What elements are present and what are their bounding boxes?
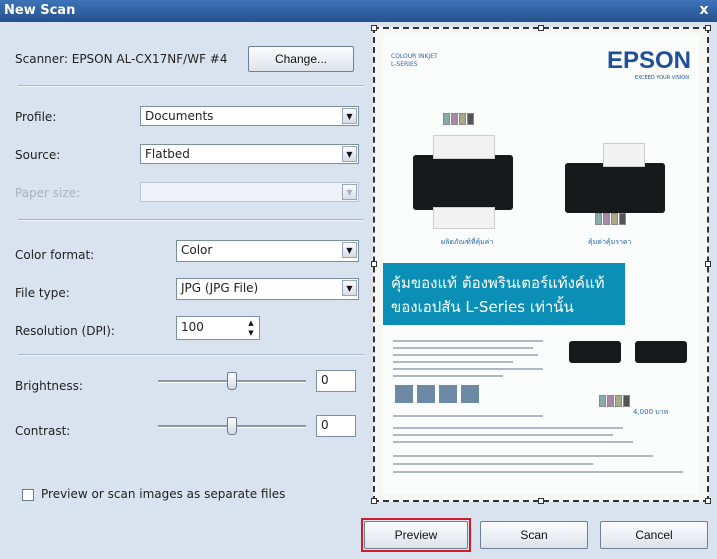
file-type-label: File type:: [15, 286, 70, 300]
profile-select[interactable]: Documents ▼: [140, 106, 359, 126]
contrast-slider-thumb[interactable]: [227, 417, 237, 435]
separate-files-checkbox[interactable]: [22, 489, 34, 501]
source-select[interactable]: Flatbed ▼: [140, 144, 359, 164]
scanner-label: Scanner: EPSON AL-CX17NF/WF #4: [15, 52, 228, 66]
chevron-down-icon[interactable]: ▼: [342, 242, 357, 258]
color-format-label: Color format:: [15, 248, 95, 262]
doc-caption-left: ผลิตภัณฑ์ที่คุ้มค่า: [441, 238, 494, 246]
arrow-down-icon[interactable]: ▼: [245, 328, 257, 338]
close-icon[interactable]: x: [697, 2, 711, 18]
profile-label: Profile:: [15, 110, 57, 124]
banner-line-2: ของเอปสัน L-Series เท่านั้น: [391, 298, 574, 316]
settings-panel: Scanner: EPSON AL-CX17NF/WF #4 Change...…: [8, 24, 363, 529]
doc-caption-right: คุ้มค่าคุ้มราคา: [588, 238, 632, 246]
chevron-down-icon[interactable]: ▼: [342, 108, 357, 124]
scanned-document-image: COLOUR INKJET L-SERIES EPSON EXCEED YOUR…: [383, 35, 699, 494]
crop-handle[interactable]: [705, 25, 711, 31]
promo-banner: คุ้มของแท้ ต้องพรินเตอร์แท้งค์แท้ ของเอป…: [383, 263, 625, 325]
contrast-label: Contrast:: [15, 424, 71, 438]
cancel-button[interactable]: Cancel: [600, 521, 708, 549]
brightness-value-field[interactable]: 0: [316, 370, 356, 392]
resolution-value: 100: [181, 320, 204, 334]
crop-handle[interactable]: [371, 25, 377, 31]
highlight-box: [361, 518, 471, 552]
brand-tagline: EXCEED YOUR VISION: [634, 75, 689, 81]
file-type-select[interactable]: JPG (JPG File) ▼: [176, 278, 359, 300]
crop-handle[interactable]: [371, 498, 377, 504]
spin-arrows[interactable]: ▲ ▼: [245, 318, 257, 338]
arrow-up-icon[interactable]: ▲: [245, 318, 257, 328]
source-value: Flatbed: [145, 147, 190, 161]
separate-files-label: Preview or scan images as separate files: [41, 487, 286, 501]
crop-handle[interactable]: [705, 261, 711, 267]
contrast-value-field[interactable]: 0: [316, 415, 356, 437]
divider: [18, 85, 363, 87]
crop-handle[interactable]: [371, 261, 377, 267]
paper-size-select: ▼: [140, 182, 359, 202]
doc-series-top: COLOUR INKJET: [391, 53, 438, 60]
crop-handle[interactable]: [538, 498, 544, 504]
change-scanner-button[interactable]: Change...: [248, 46, 354, 72]
scan-button[interactable]: Scan: [480, 521, 588, 549]
source-label: Source:: [15, 148, 61, 162]
resolution-label: Resolution (DPI):: [15, 324, 115, 338]
window-title: New Scan: [4, 3, 76, 18]
title-bar: New Scan x: [0, 0, 717, 22]
divider: [18, 354, 363, 356]
brightness-label: Brightness:: [15, 379, 83, 393]
profile-value: Documents: [145, 109, 214, 123]
crop-handle[interactable]: [705, 498, 711, 504]
chevron-down-icon: ▼: [342, 184, 357, 200]
chevron-down-icon[interactable]: ▼: [342, 146, 357, 162]
preview-area[interactable]: COLOUR INKJET L-SERIES EPSON EXCEED YOUR…: [371, 25, 711, 504]
banner-line-1: คุ้มของแท้ ต้องพรินเตอร์แท้งค์แท้: [391, 274, 605, 292]
file-type-value: JPG (JPG File): [181, 281, 259, 295]
resolution-stepper[interactable]: 100 ▲ ▼: [176, 316, 260, 340]
brand-logo: EPSON: [606, 47, 691, 74]
crop-handle[interactable]: [538, 25, 544, 31]
paper-size-label: Paper size:: [15, 186, 81, 200]
color-format-value: Color: [181, 243, 213, 257]
chevron-down-icon[interactable]: ▼: [342, 280, 357, 296]
brightness-slider-thumb[interactable]: [227, 372, 237, 390]
divider: [18, 219, 363, 221]
color-format-select[interactable]: Color ▼: [176, 240, 359, 262]
doc-price: 4,000 บาท: [633, 408, 669, 416]
doc-series-bottom: L-SERIES: [391, 61, 418, 68]
